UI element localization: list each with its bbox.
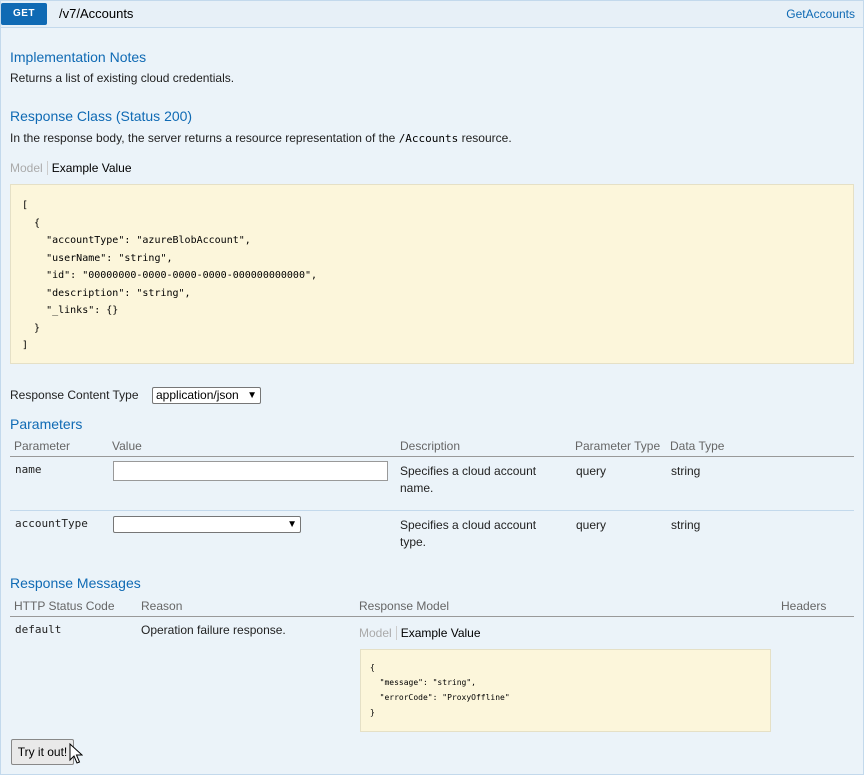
param-description-name: Specifies a cloud account name. bbox=[400, 463, 536, 497]
param-name-name: name bbox=[15, 463, 42, 476]
param-col-description: Description bbox=[400, 439, 461, 453]
response-model-example-box: { "message": "string", "errorCode": "Pro… bbox=[360, 649, 771, 732]
data-type-account-type: string bbox=[671, 518, 701, 532]
content-type-selected-value: application/json bbox=[156, 388, 239, 402]
response-class-text-after: resource. bbox=[461, 131, 512, 145]
response-class-text-before: In the response body, the server returns… bbox=[10, 131, 396, 145]
endpoint-path[interactable]: /v7/Accounts bbox=[59, 6, 133, 21]
param-name-account-type: accountType bbox=[15, 517, 88, 530]
content-type-select[interactable]: application/json ▼ bbox=[152, 387, 261, 404]
resp-col-reason: Reason bbox=[141, 599, 183, 613]
response-class-example-box: [ { "accountType": "azureBlobAccount", "… bbox=[10, 184, 854, 364]
resp-col-response-model: Response Model bbox=[359, 599, 450, 613]
data-type-name: string bbox=[671, 464, 701, 478]
response-code: default bbox=[15, 623, 62, 636]
mouse-cursor-icon bbox=[69, 743, 83, 764]
param-description-line: Specifies a cloud account bbox=[400, 518, 537, 532]
param-description-account-type: Specifies a cloud account type. bbox=[400, 517, 536, 551]
resource-name: /Accounts bbox=[398, 132, 459, 145]
account-type-select[interactable]: ▼ bbox=[113, 516, 301, 533]
param-row-divider bbox=[10, 510, 854, 511]
parameters-heading: Parameters bbox=[10, 416, 83, 432]
resp-col-status-code: HTTP Status Code bbox=[14, 599, 115, 613]
response-messages-heading: Response Messages bbox=[10, 575, 141, 591]
resp-header-divider bbox=[10, 616, 854, 617]
content-type-label: Response Content Type bbox=[10, 388, 139, 402]
response-model-example-code: { "message": "string", "errorCode": "Pro… bbox=[370, 663, 510, 717]
response-class-heading: Response Class (Status 200) bbox=[10, 108, 193, 124]
response-class-tabs: Model Example Value bbox=[10, 161, 132, 175]
operation-nickname-link[interactable]: GetAccounts bbox=[786, 7, 855, 21]
param-type-name: query bbox=[576, 464, 607, 478]
implementation-notes-text: Returns a list of existing cloud credent… bbox=[10, 71, 235, 85]
tab-model[interactable]: Model bbox=[10, 161, 48, 175]
param-header-divider bbox=[10, 456, 854, 457]
operation-heading[interactable]: GET /v7/Accounts GetAccounts bbox=[1, 1, 863, 28]
param-description-line: Specifies a cloud account bbox=[400, 464, 537, 478]
operation-panel: GET /v7/Accounts GetAccounts Implementat… bbox=[0, 0, 864, 775]
implementation-notes-heading: Implementation Notes bbox=[10, 49, 147, 65]
chevron-down-icon: ▼ bbox=[287, 519, 297, 530]
param-col-data-type: Data Type bbox=[670, 439, 725, 453]
param-col-value: Value bbox=[112, 439, 142, 453]
response-reason: Operation failure response. bbox=[141, 623, 286, 637]
try-it-out-button[interactable]: Try it out! bbox=[11, 739, 74, 765]
tab-example-value[interactable]: Example Value bbox=[397, 626, 481, 640]
response-model-tabs: Model Example Value bbox=[359, 626, 481, 640]
tab-example-value[interactable]: Example Value bbox=[48, 161, 132, 175]
chevron-down-icon: ▼ bbox=[247, 390, 257, 401]
param-col-parameter-type: Parameter Type bbox=[575, 439, 661, 453]
param-type-account-type: query bbox=[576, 518, 607, 532]
http-method-badge[interactable]: GET bbox=[1, 3, 47, 25]
name-input[interactable] bbox=[113, 461, 388, 481]
param-description-line: name. bbox=[400, 481, 434, 495]
tab-model[interactable]: Model bbox=[359, 626, 397, 640]
param-description-line: type. bbox=[400, 535, 427, 549]
response-class-example-code: [ { "accountType": "azureBlobAccount", "… bbox=[22, 200, 318, 351]
response-class-text: In the response body, the server returns… bbox=[10, 131, 512, 145]
resp-col-headers: Headers bbox=[781, 599, 827, 613]
param-col-parameter: Parameter bbox=[14, 439, 71, 453]
